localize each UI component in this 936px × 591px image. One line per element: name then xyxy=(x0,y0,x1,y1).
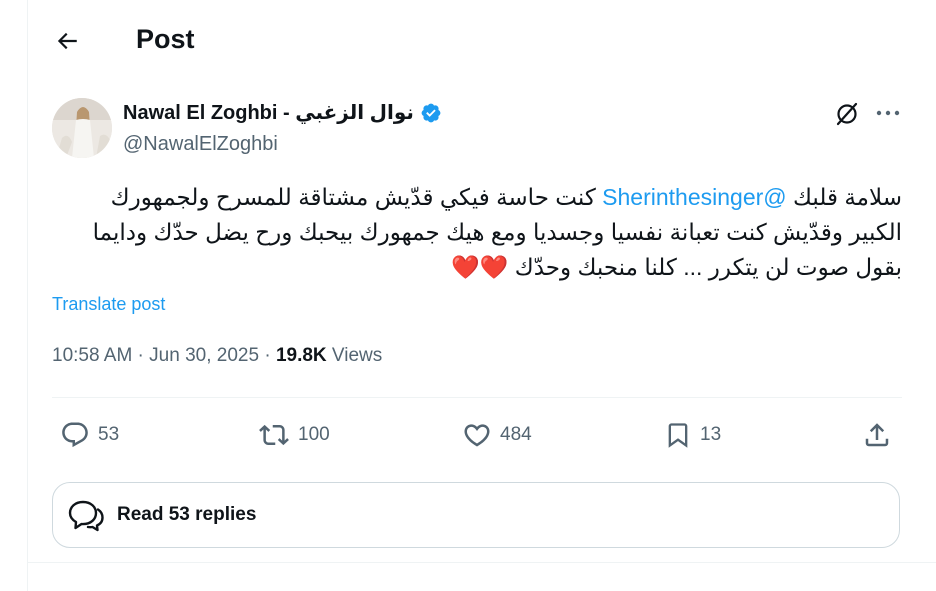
mention-link[interactable]: @Sherinthesinger xyxy=(602,184,786,210)
read-replies-button[interactable]: Read 53 replies xyxy=(52,482,900,548)
post-text: سلامة قلبك @Sherinthesinger كنت حاسة فيك… xyxy=(52,180,902,285)
share-button[interactable] xyxy=(862,420,892,450)
back-arrow-icon xyxy=(57,32,77,50)
bookmark-count: 13 xyxy=(700,424,722,445)
avatar-photo-icon xyxy=(52,98,112,158)
divider xyxy=(52,397,902,398)
meta-separator: · xyxy=(259,345,276,366)
grok-icon[interactable] xyxy=(833,100,861,128)
back-button[interactable] xyxy=(52,26,82,56)
more-dots-icon xyxy=(876,110,900,116)
reply-count: 53 xyxy=(98,424,120,445)
bottom-divider xyxy=(28,562,936,563)
like-button[interactable]: 484 xyxy=(462,420,532,450)
views-count: 19.8K xyxy=(275,345,327,366)
page-title: Post xyxy=(136,24,195,54)
repost-button[interactable]: 100 xyxy=(258,420,330,450)
views-label: Views xyxy=(326,345,383,366)
author-handle[interactable]: @NawalElZoghbi xyxy=(123,133,278,156)
grok-slash-icon xyxy=(836,102,858,126)
post-meta: 10:58 AM · Jun 30, 2025 · 19.8K Views xyxy=(52,345,382,367)
verified-badge-icon xyxy=(421,103,441,122)
like-count: 484 xyxy=(500,424,532,445)
heart-emoji: ❤️❤️ xyxy=(451,254,509,280)
replies-bubble-icon xyxy=(68,500,104,532)
more-options-button[interactable] xyxy=(874,100,902,128)
heart-icon xyxy=(464,424,490,447)
avatar[interactable] xyxy=(52,98,112,158)
reply-button[interactable]: 53 xyxy=(60,420,119,450)
bookmark-icon xyxy=(668,423,688,448)
translate-post-link[interactable]: Translate post xyxy=(52,294,165,315)
meta-separator: · xyxy=(132,345,150,366)
author-name: Nawal El Zoghbi - نوال الزغبي xyxy=(123,102,414,124)
repost-icon xyxy=(259,424,289,446)
repost-count: 100 xyxy=(298,424,330,445)
post-text-part: سلامة قلبك xyxy=(786,184,902,210)
author-name-row[interactable]: Nawal El Zoghbi - نوال الزغبي xyxy=(123,100,442,125)
post-date[interactable]: Jun 30, 2025 xyxy=(149,345,259,366)
reply-icon xyxy=(62,422,88,448)
share-icon xyxy=(865,423,889,447)
read-replies-label: Read 53 replies xyxy=(117,504,257,525)
post-time[interactable]: 10:58 AM xyxy=(52,345,132,366)
bookmark-button[interactable]: 13 xyxy=(664,420,721,450)
